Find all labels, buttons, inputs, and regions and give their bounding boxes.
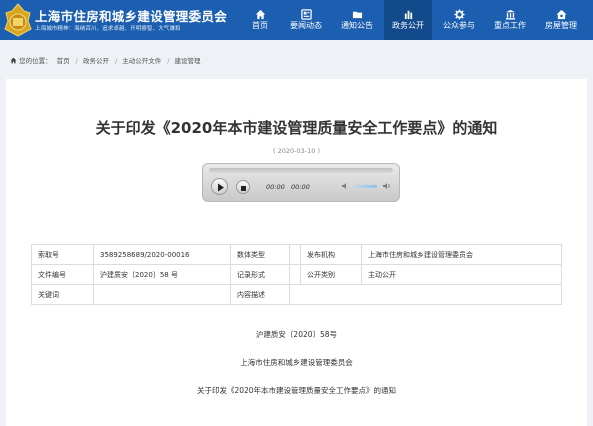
index-label: 索取号 bbox=[31, 244, 94, 265]
article-panel: 关于印发《2020年本市建设管理质量安全工作要点》的通知 ( 2020-03-1… bbox=[6, 79, 587, 426]
summary-value bbox=[289, 284, 562, 305]
site-header: 上海市住房和城乡建设管理委员会 上海城市精神：海纳百川、追求卓越、开明睿智、大气… bbox=[0, 0, 593, 40]
nav-public[interactable]: 公众参与 bbox=[435, 0, 483, 40]
audio-player: 00:00 00:00 bbox=[202, 163, 400, 202]
category-value: 主动公开 bbox=[361, 264, 562, 285]
play-icon bbox=[218, 183, 224, 192]
folder-icon bbox=[352, 11, 362, 19]
volume-max-icon[interactable] bbox=[382, 182, 392, 190]
nav-label: 重点工作 bbox=[494, 21, 526, 30]
article-title: 关于印发《2020年本市建设管理质量安全工作要点》的通知 bbox=[95, 119, 498, 137]
volume-slider[interactable] bbox=[351, 185, 377, 188]
data-type-value bbox=[289, 244, 301, 265]
home-icon bbox=[255, 9, 265, 20]
nav-label: 要闻动态 bbox=[290, 21, 322, 30]
document-metadata-table: 索取号 3589258689/2020-00016 数体类型 发布机构 上海市住… bbox=[31, 244, 562, 305]
house-icon bbox=[555, 9, 567, 20]
nav-home[interactable]: 首页 bbox=[241, 0, 279, 40]
nav-gov-affairs[interactable]: 政务公开 bbox=[384, 0, 432, 40]
nav-news[interactable]: 要闻动态 bbox=[282, 0, 330, 40]
notice-title-line: 关于印发《2020年本市建设管理质量安全工作要点》的通知 bbox=[196, 386, 397, 395]
main-nav: 首页 要闻动态 通知公告 政务公开 公众参与 重点工作 房屋管理 bbox=[241, 0, 588, 40]
record-label: 记录形式 bbox=[230, 264, 290, 285]
breadcrumb-prefix: 您的位置： bbox=[19, 57, 52, 65]
category-label: 公开类别 bbox=[300, 264, 362, 285]
volume-mute-icon[interactable] bbox=[341, 182, 349, 190]
stop-button[interactable] bbox=[236, 180, 250, 194]
breadcrumb: 您的位置： 首页 / 政务公开 / 主动公开文件 / 建设管理 bbox=[10, 55, 204, 65]
breadcrumb-gov-affairs[interactable]: 政务公开 bbox=[83, 57, 109, 65]
breadcrumb-construction[interactable]: 建设管理 bbox=[175, 57, 201, 65]
stop-icon bbox=[241, 186, 246, 191]
current-time: 00:00 bbox=[266, 183, 285, 191]
publisher-value: 上海市住房和城乡建设管理委员会 bbox=[361, 244, 562, 265]
nav-label: 通知公告 bbox=[341, 21, 373, 30]
index-value: 3589258689/2020-00016 bbox=[93, 244, 231, 265]
article-date: ( 2020-03-10 ) bbox=[273, 147, 320, 155]
doc-no-value: 沪建质安〔2020〕58 号 bbox=[93, 264, 231, 285]
publisher-label: 发布机构 bbox=[300, 244, 362, 265]
nav-label: 首页 bbox=[252, 21, 268, 30]
data-type-label: 数体类型 bbox=[230, 244, 290, 265]
nav-housing[interactable]: 房屋管理 bbox=[537, 0, 585, 40]
nav-key-work[interactable]: 重点工作 bbox=[486, 0, 534, 40]
nav-label: 公众参与 bbox=[443, 21, 475, 30]
keywords-label: 关键词 bbox=[31, 284, 94, 305]
gold-emblem-icon[interactable] bbox=[4, 3, 32, 37]
site-title[interactable]: 上海市住房和城乡建设管理委员会 bbox=[35, 6, 227, 25]
issuer-line: 上海市住房和城乡建设管理委员会 bbox=[240, 358, 353, 367]
audio-progress-bar[interactable] bbox=[209, 168, 393, 173]
home-icon bbox=[10, 57, 17, 64]
play-button[interactable] bbox=[211, 178, 228, 195]
nav-notices[interactable]: 通知公告 bbox=[333, 0, 381, 40]
doc-number-line: 沪建质安〔2020〕58号 bbox=[255, 330, 338, 339]
building-icon bbox=[505, 9, 515, 20]
breadcrumb-active-docs[interactable]: 主动公开文件 bbox=[122, 57, 161, 65]
site-slogan: 上海城市精神：海纳百川、追求卓越、开明睿智、大气谦和 bbox=[35, 26, 181, 32]
breadcrumb-home[interactable]: 首页 bbox=[57, 57, 70, 65]
chart-icon bbox=[404, 10, 412, 20]
nav-label: 政务公开 bbox=[392, 21, 424, 30]
doc-no-label: 文件编号 bbox=[31, 264, 94, 285]
nav-label: 房屋管理 bbox=[545, 21, 577, 30]
gear-icon bbox=[453, 9, 465, 20]
total-time: 00:00 bbox=[291, 183, 310, 191]
record-value bbox=[289, 264, 301, 285]
summary-label: 内容描述 bbox=[230, 284, 290, 305]
keywords-value bbox=[93, 284, 231, 305]
news-icon bbox=[300, 9, 312, 20]
